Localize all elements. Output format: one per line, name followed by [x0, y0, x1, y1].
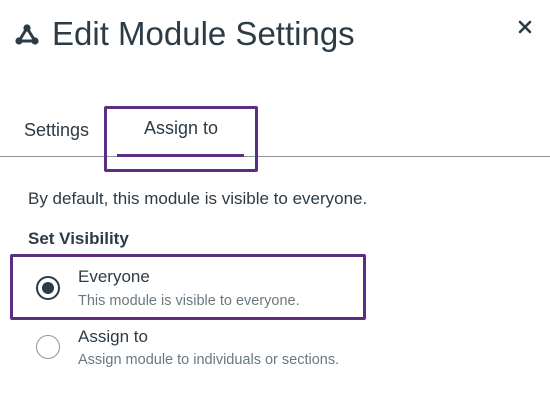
option-everyone-subtitle: This module is visible to everyone. [78, 293, 300, 309]
tab-settings[interactable]: Settings [24, 104, 94, 156]
selected-tab-indicator [117, 154, 244, 157]
tab-assign-to-label: Assign to [143, 118, 219, 138]
radio-everyone-checked[interactable] [36, 276, 60, 300]
option-everyone-title: Everyone [78, 267, 150, 286]
module-icon [14, 24, 40, 46]
tab-list: Settings Assign to [0, 104, 550, 172]
radio-assign-to-unchecked[interactable] [36, 335, 60, 359]
tray-header: Edit Module Settings [0, 0, 550, 70]
set-visibility-label: Set Visibility [28, 229, 129, 248]
radio-option-everyone[interactable]: Everyone This module is visible to every… [10, 254, 366, 320]
close-icon [514, 20, 536, 41]
page-title: Edit Module Settings [52, 15, 355, 52]
edit-module-settings-tray: Edit Module Settings Settings Assign to … [0, 0, 550, 408]
visibility-description: By default, this module is visible to ev… [28, 189, 368, 208]
tab-assign-to[interactable]: Assign to [104, 106, 258, 172]
close-button[interactable] [514, 16, 536, 38]
option-assign-to-title: Assign to [78, 327, 148, 346]
option-assign-to-subtitle: Assign module to individuals or sections… [78, 352, 340, 368]
radio-option-assign-to[interactable]: Assign to Assign module to individuals o… [10, 322, 366, 388]
